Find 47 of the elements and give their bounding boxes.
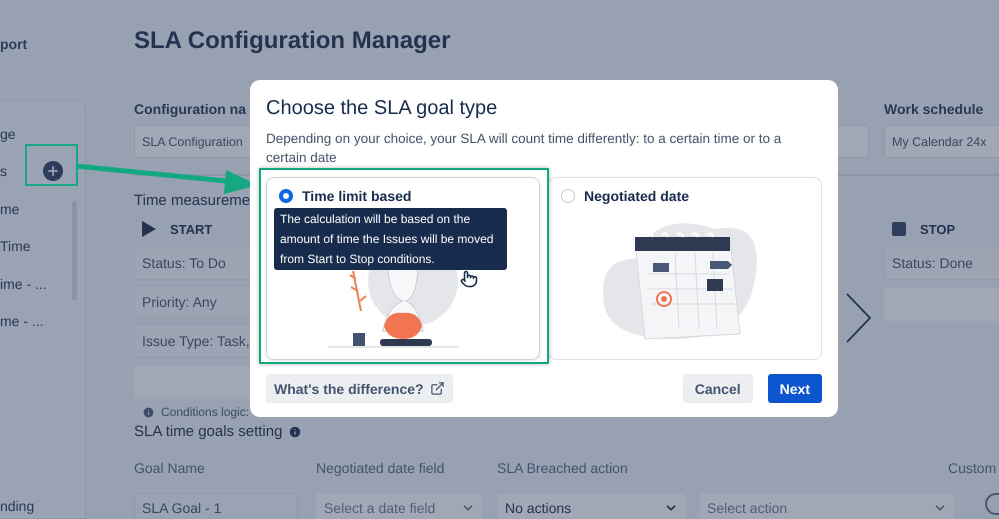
sidebar-item[interactable]: me - ... — [0, 313, 44, 330]
conditions-logic-label: Conditions logic: — [161, 405, 250, 419]
highlight-frame — [25, 144, 78, 186]
add-icon[interactable] — [43, 161, 63, 182]
dialog-description: Depending on your choice, your SLA will count time differently: to a certain time or to a certain date — [266, 130, 782, 167]
column-heading: Custom — [948, 460, 998, 476]
next-button[interactable]: Next — [768, 374, 822, 403]
action-select[interactable]: Select action — [699, 493, 955, 519]
tooltip: The calculation will be based on the amount of time the Issues will be moved from Start to Stop conditions. — [274, 208, 507, 270]
date-field-select[interactable]: Select a date field — [316, 493, 483, 519]
help-link-button[interactable]: What's the difference? — [266, 374, 453, 403]
dialog-title: Choose the SLA goal type — [266, 96, 498, 121]
sidebar-item[interactable]: nding — [0, 498, 85, 518]
stop-icon — [892, 222, 906, 236]
radio-button[interactable] — [561, 189, 575, 203]
field-label: Work schedule — [884, 101, 984, 117]
section-title: Time measureme — [134, 192, 250, 209]
option-label: Time limit based — [302, 188, 412, 204]
radio-button[interactable] — [279, 189, 293, 203]
chevron-right-icon — [846, 293, 872, 343]
goal-name-input[interactable]: SLA Goal - 1 — [134, 493, 298, 519]
page-title: SLA Configuration Manager — [134, 26, 452, 56]
info-icon — [288, 424, 302, 438]
external-link-icon — [430, 381, 445, 396]
info-icon — [142, 406, 155, 418]
sidebar-item[interactable]: ime - ... — [0, 276, 47, 292]
column-heading: SLA Breached action — [497, 460, 629, 476]
sidebar-item[interactable]: me — [0, 200, 20, 217]
option-card[interactable]: Negotiated date — [548, 177, 822, 360]
sidebar-item[interactable]: Time — [0, 238, 31, 254]
sidebar-item[interactable]: s — [0, 163, 7, 180]
play-icon — [142, 221, 156, 237]
action-select[interactable]: No actions — [497, 493, 686, 519]
condition-field[interactable]: Status: Done — [884, 246, 999, 280]
column-heading: START — [170, 222, 212, 236]
app-title: port — [0, 35, 28, 54]
column-heading: STOP — [920, 222, 956, 236]
schedule-select[interactable]: My Calendar 24x — [884, 125, 999, 158]
section-title: SLA time goals setting — [134, 423, 282, 440]
cancel-button[interactable]: Cancel — [682, 374, 753, 403]
column-heading: Negotiated date field — [316, 460, 446, 476]
hand-cursor-icon — [460, 270, 478, 288]
field-label: Configuration na — [134, 101, 246, 117]
option-card[interactable]: Time limit based The calculation will be based on the amount of time the Issues will be moved from Start to Stop conditions. — [266, 177, 540, 360]
column-heading: Goal Name — [134, 460, 206, 476]
option-label: Negotiated date — [584, 188, 690, 204]
sidebar-item[interactable]: ge — [0, 126, 16, 142]
